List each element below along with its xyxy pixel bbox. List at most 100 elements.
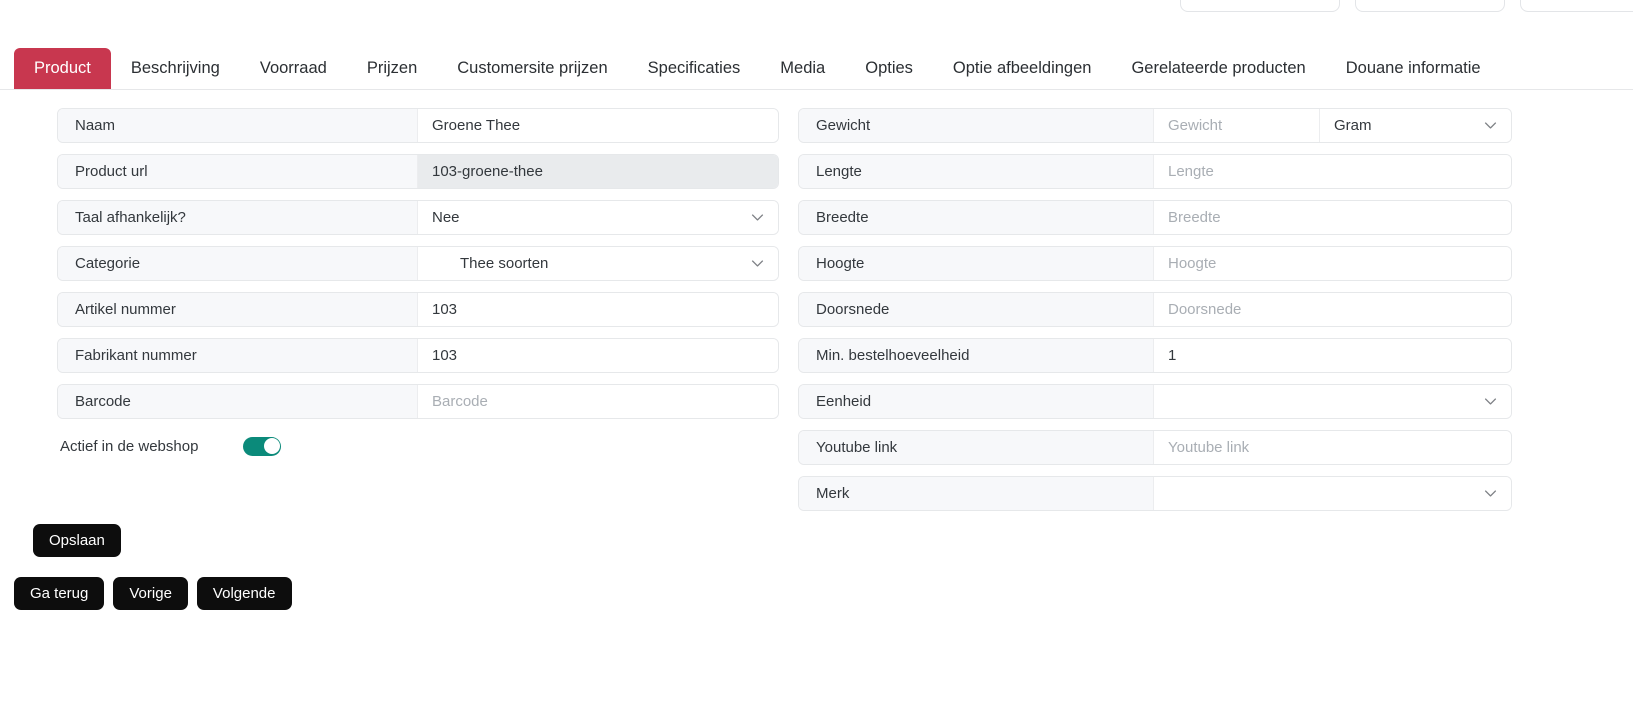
tab-gerelateerde-producten[interactable]: Gerelateerde producten — [1111, 48, 1325, 89]
field-label-breedte: Breedte — [799, 201, 1154, 234]
field-row-youtube-link: Youtube link Youtube link — [798, 430, 1512, 465]
field-input-youtube-link[interactable]: Youtube link — [1154, 431, 1511, 464]
right-field-column: Gewicht Gewicht Gram Lengte Lengte Breedte Bre… — [798, 108, 1512, 522]
field-label-product-url: Product url — [58, 155, 418, 188]
tab-label: Optie afbeeldingen — [952, 59, 1092, 78]
field-row-breedte: Breedte Breedte — [798, 200, 1512, 235]
chevron-down-icon — [751, 211, 764, 224]
tab-customersite-prijzen[interactable]: Customersite prijzen — [437, 48, 627, 89]
field-input-lengte[interactable]: Lengte — [1154, 155, 1511, 188]
field-value-text: Hoogte — [1168, 255, 1217, 272]
field-value-text: Breedte — [1168, 209, 1221, 226]
field-input-barcode[interactable]: Barcode — [418, 385, 778, 418]
field-row-eenheid: Eenheid — [798, 384, 1512, 419]
tab-label: Specificaties — [647, 59, 741, 78]
field-row-doorsnede: Doorsnede Doorsnede — [798, 292, 1512, 327]
field-value-text: Doorsnede — [1168, 301, 1242, 318]
tab-optie-afbeeldingen[interactable]: Optie afbeeldingen — [933, 48, 1112, 89]
next-button[interactable]: Volgende — [196, 577, 292, 610]
go-back-button[interactable]: Ga terug — [14, 577, 105, 610]
field-label-naam: Naam — [58, 109, 418, 142]
field-input-doorsnede[interactable]: Doorsnede — [1154, 293, 1511, 326]
previous-button[interactable]: Vorige — [113, 577, 188, 610]
field-input-breedte[interactable]: Breedte — [1154, 201, 1511, 234]
top-card-3[interactable] — [1520, 0, 1633, 12]
field-row-gewicht: Gewicht Gewicht Gram — [798, 108, 1512, 143]
tab-label: Media — [780, 59, 826, 78]
field-row-artikel-nummer: Artikel nummer 103 — [57, 292, 779, 327]
active-in-webshop-toggle[interactable] — [243, 436, 281, 456]
field-input-hoogte[interactable]: Hoogte — [1154, 247, 1511, 280]
tab-beschrijving[interactable]: Beschrijving — [111, 48, 240, 89]
field-label-lengte: Lengte — [799, 155, 1154, 188]
field-row-fabrikant-nummer: Fabrikant nummer 103 — [57, 338, 779, 373]
field-label-youtube-link: Youtube link — [799, 431, 1154, 464]
tab-label: Douane informatie — [1345, 59, 1481, 78]
field-value-text: 1 — [1168, 347, 1177, 364]
field-value-text: Barcode — [432, 393, 488, 410]
top-partial-cards-strip — [0, 0, 1633, 30]
field-value-text: Thee soorten — [460, 255, 549, 272]
field-value-text: Nee — [432, 209, 460, 226]
field-label-fabrikant-nummer: Fabrikant nummer — [58, 339, 418, 372]
field-input-fabrikant-nummer[interactable]: 103 — [418, 339, 778, 372]
field-value-text: 103 — [432, 347, 458, 364]
navigation-button-group: Ga terug Vorige Volgende — [14, 577, 292, 610]
field-row-categorie: Categorie Thee soorten — [57, 246, 779, 281]
field-row-naam: Naam Groene Thee — [57, 108, 779, 143]
field-label-merk: Merk — [799, 477, 1154, 510]
tab-prijzen[interactable]: Prijzen — [347, 48, 437, 89]
field-row-barcode: Barcode Barcode — [57, 384, 779, 419]
top-card-1[interactable] — [1180, 0, 1340, 12]
toggle-knob — [263, 438, 280, 454]
field-input-artikel-nummer[interactable]: 103 — [418, 293, 778, 326]
field-input-gewicht[interactable]: Gewicht — [1154, 109, 1319, 142]
field-label-gewicht: Gewicht — [799, 109, 1154, 142]
active-in-webshop-label: Actief in de webshop — [60, 437, 199, 455]
tab-label: Prijzen — [366, 59, 418, 78]
chevron-down-icon — [1484, 119, 1497, 132]
product-tab-bar: Product Beschrijving Voorraad Prijzen Custom… — [0, 48, 1633, 90]
field-label-doorsnede: Doorsnede — [799, 293, 1154, 326]
save-button-area: Opslaan — [33, 524, 121, 557]
tab-voorraad[interactable]: Voorraad — [240, 48, 347, 89]
tab-douane-informatie[interactable]: Douane informatie — [1326, 48, 1501, 89]
field-select-taal-afhankelijk[interactable]: Nee — [418, 201, 778, 234]
chevron-down-icon — [1484, 395, 1497, 408]
field-row-min-bestelhoeveelheid: Min. bestelhoeveelheid 1 — [798, 338, 1512, 373]
active-in-webshop-row: Actief in de webshop — [57, 430, 779, 462]
field-select-eenheid[interactable] — [1154, 385, 1511, 418]
top-card-2[interactable] — [1355, 0, 1505, 12]
chevron-down-icon — [751, 257, 764, 270]
tab-opties[interactable]: Opties — [845, 48, 933, 89]
save-button[interactable]: Opslaan — [33, 524, 121, 557]
field-select-merk[interactable] — [1154, 477, 1511, 510]
field-input-naam[interactable]: Groene Thee — [418, 109, 778, 142]
tab-specificaties[interactable]: Specificaties — [628, 48, 761, 89]
tab-label: Opties — [865, 59, 913, 78]
left-field-column: Naam Groene Thee Product url 103-groene-the… — [57, 108, 779, 462]
tab-product[interactable]: Product — [14, 48, 111, 89]
tab-label: Customersite prijzen — [457, 59, 608, 78]
field-value-text: Groene Thee — [432, 117, 521, 134]
field-row-lengte: Lengte Lengte — [798, 154, 1512, 189]
field-unit-select-gewicht[interactable]: Gram — [1319, 109, 1511, 142]
tab-label: Beschrijving — [130, 59, 220, 78]
tab-label: Product — [34, 59, 91, 78]
field-label-hoogte: Hoogte — [799, 247, 1154, 280]
field-row-hoogte: Hoogte Hoogte — [798, 246, 1512, 281]
field-label-artikel-nummer: Artikel nummer — [58, 293, 418, 326]
field-row-merk: Merk — [798, 476, 1512, 511]
field-input-min-bestelhoeveelheid[interactable]: 1 — [1154, 339, 1511, 372]
chevron-down-icon — [1484, 487, 1497, 500]
field-unit-text: Gram — [1334, 117, 1372, 134]
tab-label: Voorraad — [259, 59, 327, 78]
field-input-product-url[interactable]: 103-groene-thee — [418, 155, 778, 188]
field-value-text: Gewicht — [1168, 117, 1223, 134]
field-value-text: Youtube link — [1168, 439, 1250, 456]
tab-media[interactable]: Media — [760, 48, 845, 89]
field-row-product-url: Product url 103-groene-thee — [57, 154, 779, 189]
field-label-barcode: Barcode — [58, 385, 418, 418]
field-select-categorie[interactable]: Thee soorten — [418, 247, 778, 280]
tab-label: Gerelateerde producten — [1131, 59, 1306, 78]
